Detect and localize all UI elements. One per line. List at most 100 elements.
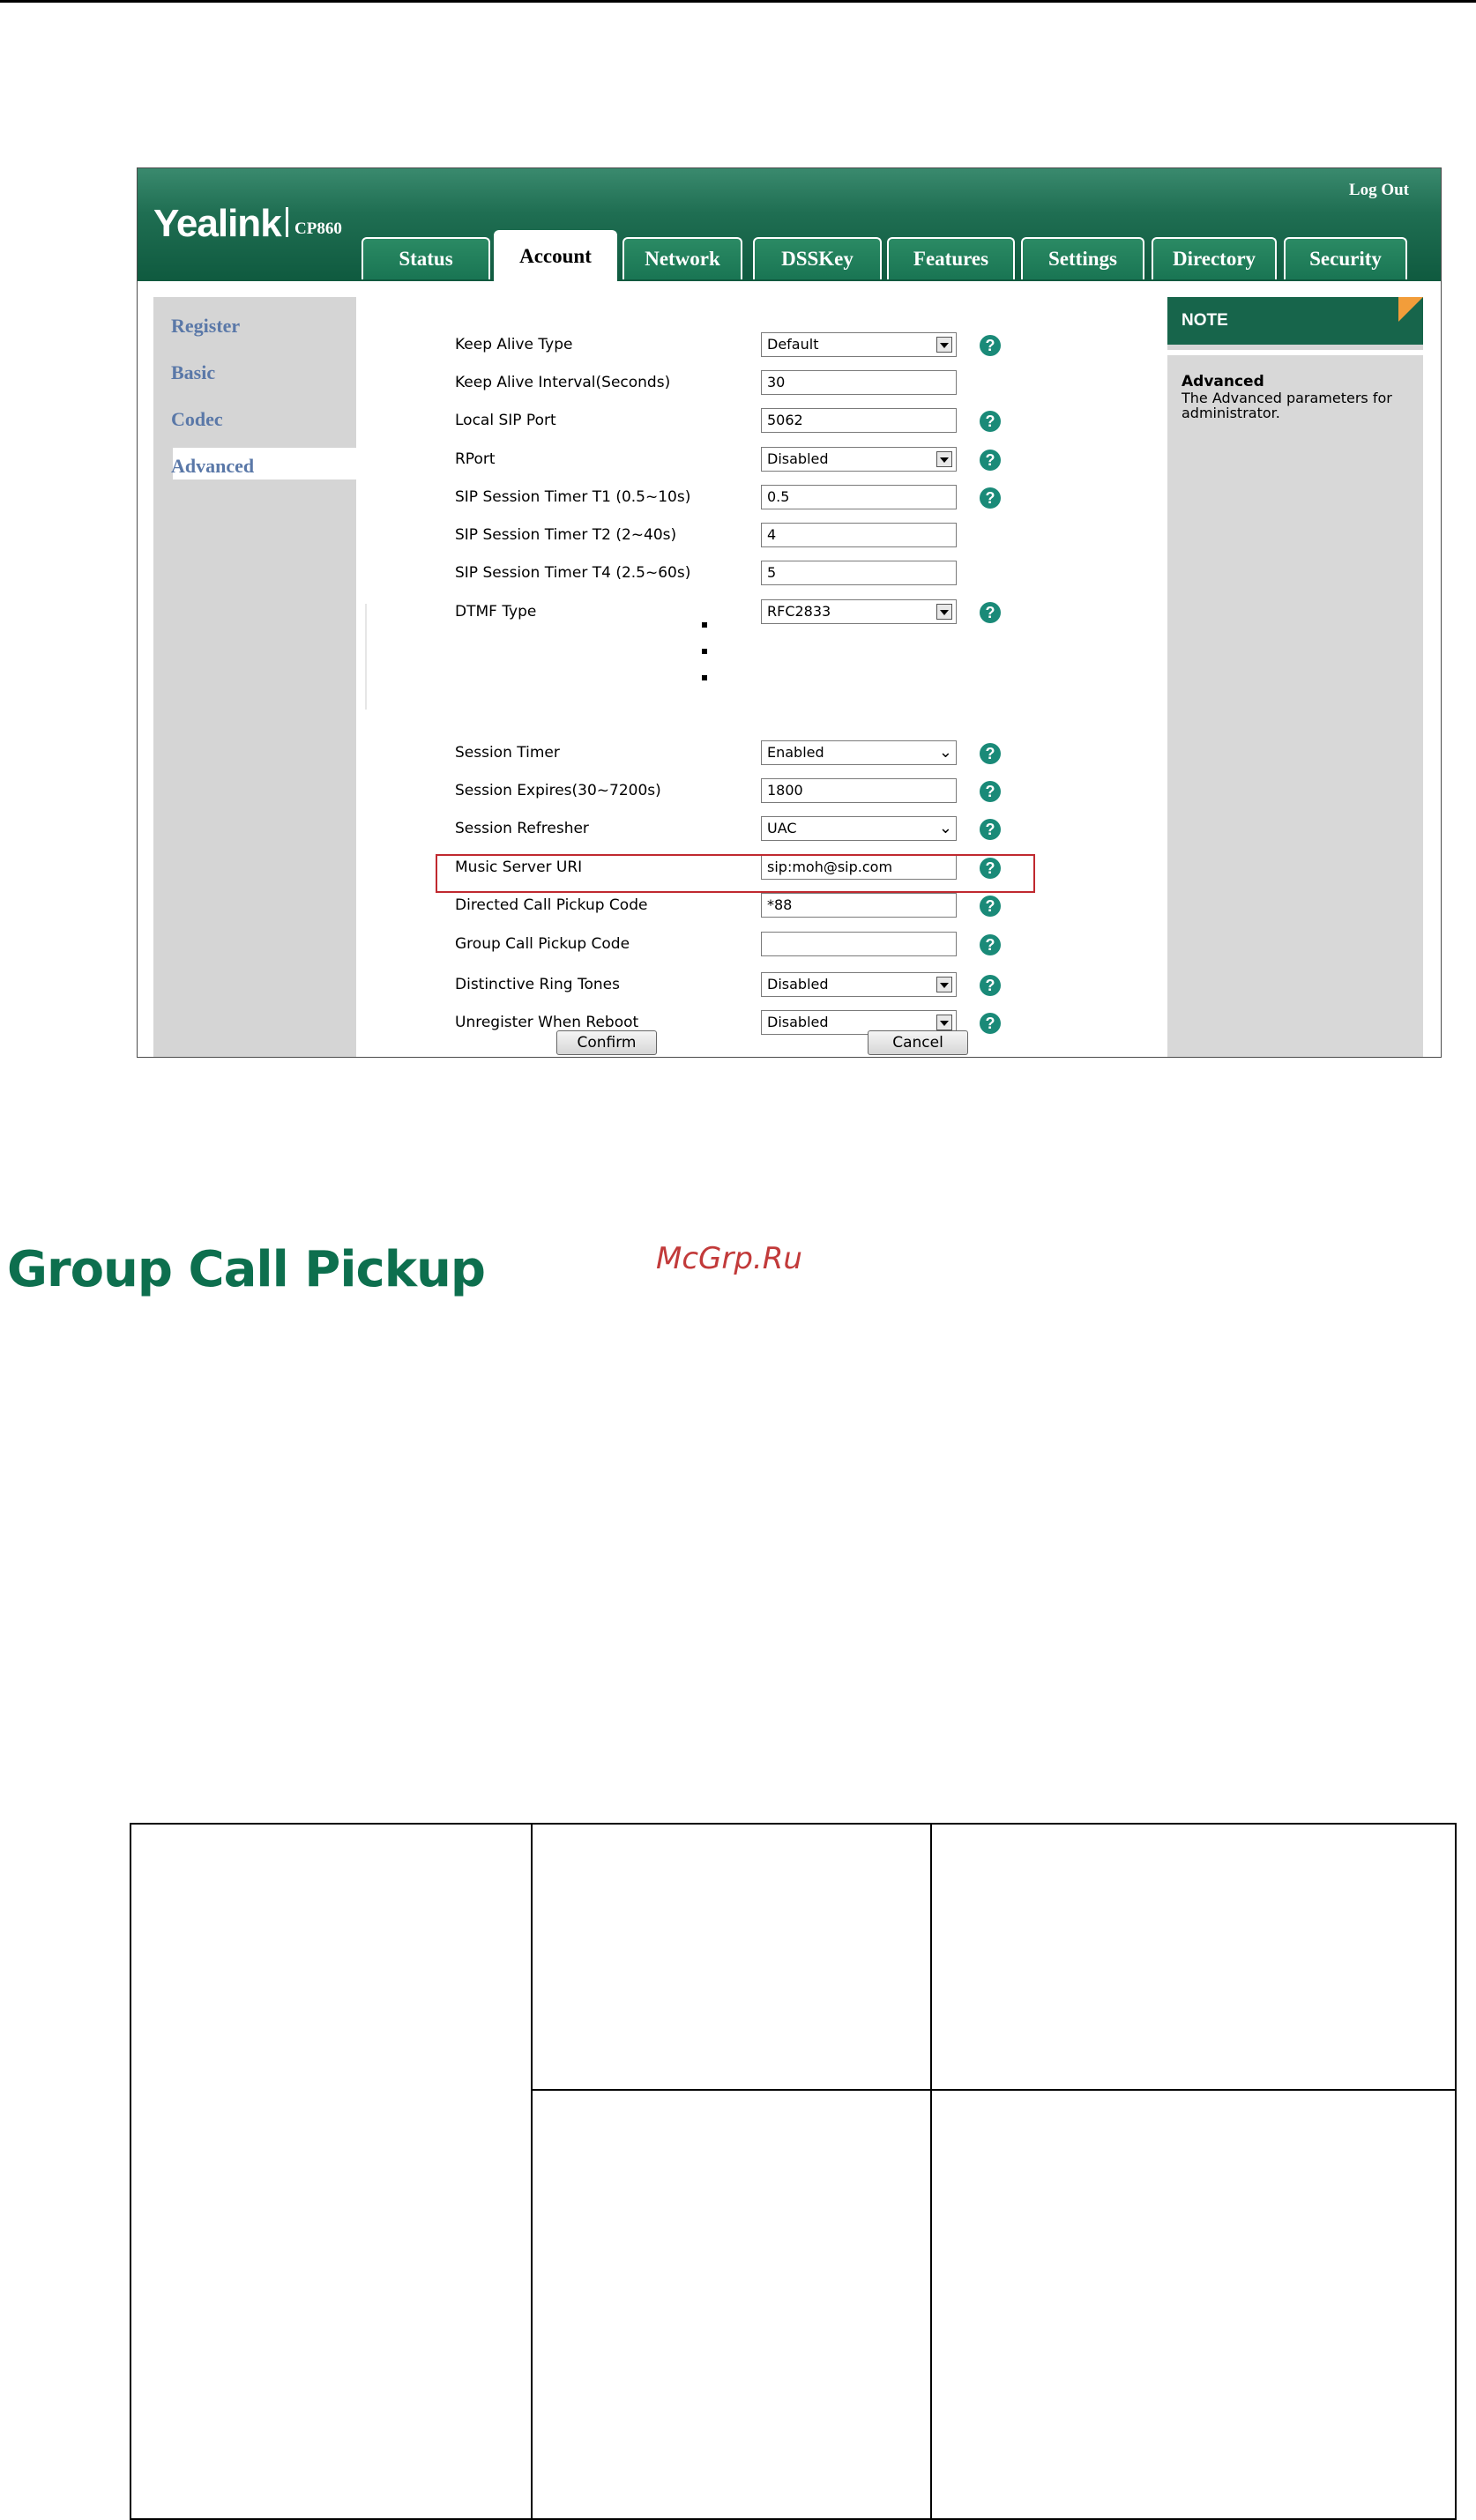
setting-value: 0.5 (767, 488, 790, 505)
help-icon[interactable]: ? (980, 411, 1001, 432)
setting-input[interactable]: 4 (761, 523, 957, 547)
setting-label: SIP Session Timer T1 (0.5~10s) (455, 488, 691, 506)
tab-status[interactable]: Status (362, 237, 490, 279)
dropdown-arrow-icon[interactable] (936, 337, 952, 353)
dropdown-arrow-icon[interactable] (936, 977, 952, 992)
note-body: Advanced The Advanced parameters for adm… (1167, 350, 1423, 1057)
setting-label: Group Call Pickup Code (455, 935, 630, 953)
setting-input[interactable] (761, 932, 957, 956)
note-text: The Advanced parameters for administrato… (1182, 390, 1392, 421)
setting-input[interactable]: 1800 (761, 778, 957, 803)
ellipsis-dot (702, 675, 707, 680)
sidebar-item-advanced[interactable]: Advanced (171, 455, 254, 478)
table-column-divider (531, 1825, 533, 2520)
setting-label: Session Expires(30~7200s) (455, 782, 661, 799)
tab-features[interactable]: Features (887, 237, 1015, 279)
setting-input[interactable]: *88 (761, 893, 957, 918)
setting-label: Keep Alive Type (455, 336, 573, 353)
device-model: CP860 (294, 219, 342, 238)
setting-select[interactable]: Enabled ⌄ (761, 740, 957, 765)
setting-label: DTMF Type (455, 603, 537, 621)
help-icon[interactable]: ? (980, 781, 1001, 802)
dropdown-arrow-icon[interactable] (936, 1015, 952, 1030)
setting-label: Keep Alive Interval(Seconds) (455, 374, 671, 391)
setting-value: 4 (767, 526, 777, 543)
chevron-down-icon[interactable]: ⌄ (939, 743, 952, 762)
help-icon[interactable]: ? (980, 487, 1001, 509)
setting-select[interactable]: Disabled (761, 447, 957, 472)
note-panel: NOTE Advanced The Advanced parameters fo… (1167, 297, 1423, 1057)
cancel-button[interactable]: Cancel (868, 1030, 968, 1055)
sidebar-item-register[interactable]: Register (171, 315, 240, 338)
setting-value: Disabled (767, 450, 829, 467)
table-row-divider (531, 2089, 1457, 2091)
logout-link[interactable]: Log Out (1349, 181, 1409, 200)
tab-settings[interactable]: Settings (1021, 237, 1144, 279)
content-divider (365, 604, 367, 710)
sidebar-item-codec[interactable]: Codec (171, 408, 223, 431)
help-icon[interactable]: ? (980, 450, 1001, 471)
help-icon[interactable]: ? (980, 1013, 1001, 1034)
setting-label: Directed Call Pickup Code (455, 896, 648, 914)
setting-value: 5 (767, 564, 777, 581)
help-icon[interactable]: ? (980, 335, 1001, 356)
dropdown-arrow-icon[interactable] (936, 604, 952, 620)
section-heading: Group Call Pickup (7, 1241, 486, 1298)
header-bar: Yealink CP860 Log Out Status Account Net… (138, 168, 1441, 281)
setting-input[interactable]: 5 (761, 561, 957, 585)
note-corner-flag (1398, 297, 1423, 322)
web-ui-screenshot: Yealink CP860 Log Out Status Account Net… (137, 167, 1442, 1058)
setting-value: 5062 (767, 412, 803, 428)
ellipsis-dot (702, 649, 707, 654)
setting-select[interactable]: RFC2833 (761, 599, 957, 624)
setting-label: Unregister When Reboot (455, 1014, 639, 1031)
setting-input[interactable]: 30 (761, 370, 957, 395)
setting-label: Local SIP Port (455, 412, 556, 429)
ellipsis-dot (702, 622, 707, 628)
tab-dsskey[interactable]: DSSKey (753, 237, 882, 279)
help-icon[interactable]: ? (980, 934, 1001, 955)
confirm-button[interactable]: Confirm (556, 1030, 657, 1055)
brand-logo: Yealink (153, 202, 282, 245)
setting-input[interactable]: 0.5 (761, 485, 957, 509)
dropdown-arrow-icon[interactable] (936, 451, 952, 467)
table-column-divider (930, 1825, 932, 2520)
watermark-text: McGrp.Ru (656, 1241, 802, 1276)
help-icon[interactable]: ? (980, 896, 1001, 917)
setting-value: Disabled (767, 1014, 829, 1030)
setting-label: SIP Session Timer T4 (2.5~60s) (455, 564, 691, 582)
setting-label: SIP Session Timer T2 (2~40s) (455, 526, 677, 544)
tab-network[interactable]: Network (622, 237, 742, 279)
tab-account[interactable]: Account (494, 230, 617, 281)
setting-value: Disabled (767, 976, 829, 992)
tab-security[interactable]: Security (1284, 237, 1407, 279)
setting-input[interactable]: 5062 (761, 408, 957, 433)
note-title: Advanced (1182, 373, 1264, 390)
setting-select[interactable]: UAC ⌄ (761, 816, 957, 841)
setting-value: *88 (767, 896, 793, 913)
logo-divider (286, 207, 288, 237)
highlight-box (436, 854, 1035, 893)
top-rule (0, 0, 1476, 3)
note-header: NOTE (1167, 297, 1423, 345)
setting-label: Distinctive Ring Tones (455, 976, 620, 993)
setting-select[interactable]: Disabled (761, 972, 957, 997)
setting-value: Default (767, 336, 819, 353)
setting-value: 30 (767, 374, 786, 390)
help-icon[interactable]: ? (980, 975, 1001, 996)
chevron-down-icon[interactable]: ⌄ (939, 819, 952, 837)
tab-directory[interactable]: Directory (1152, 237, 1277, 279)
setting-label: Session Refresher (455, 820, 589, 837)
setting-value: 1800 (767, 782, 803, 799)
setting-select[interactable]: Default (761, 332, 957, 357)
note-header-label: NOTE (1182, 311, 1228, 330)
setting-label: Session Timer (455, 744, 560, 762)
sidebar-item-basic[interactable]: Basic (171, 361, 215, 384)
setting-value: Enabled (767, 744, 824, 761)
setting-label: RPort (455, 450, 496, 468)
help-icon[interactable]: ? (980, 743, 1001, 764)
empty-table (130, 1823, 1457, 2520)
setting-value: UAC (767, 820, 797, 836)
help-icon[interactable]: ? (980, 602, 1001, 623)
help-icon[interactable]: ? (980, 819, 1001, 840)
